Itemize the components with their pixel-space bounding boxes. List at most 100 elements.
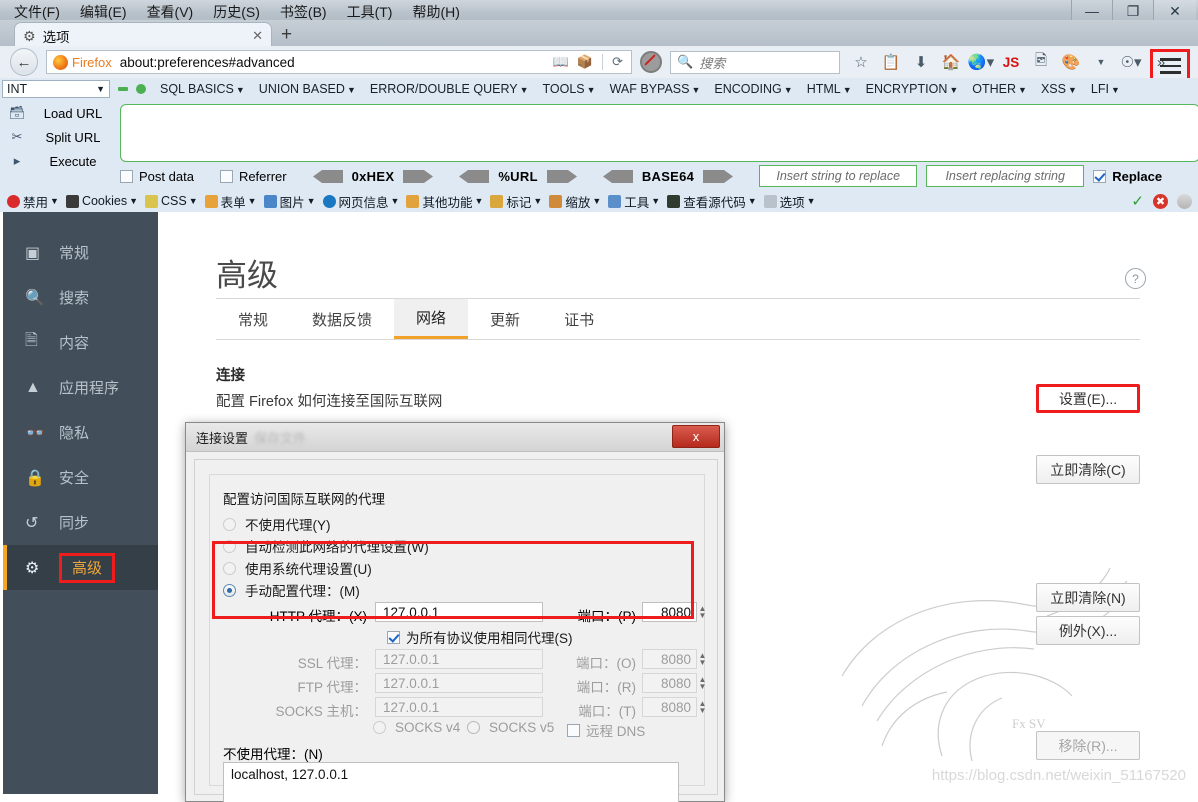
hackbar-type-select[interactable]: INT ▼ <box>2 80 110 98</box>
http-port-input[interactable]: 8080 <box>642 602 697 622</box>
globe-icon[interactable]: 🌏▾ <box>966 49 996 75</box>
no-proxy-textarea[interactable]: localhost, 127.0.0.1 <box>223 762 679 802</box>
radio-socks-v5[interactable]: SOCKS v5 <box>467 720 554 735</box>
sidebar-item-general[interactable]: ▣ 常规 <box>3 230 158 275</box>
clear-cache-now-button[interactable]: 立即清除(C) <box>1036 455 1140 484</box>
ftp-proxy-input[interactable]: 127.0.0.1 <box>375 673 543 693</box>
webdev-misc[interactable]: 其他功能 ▼ <box>406 192 483 211</box>
radio-socks-v4[interactable]: SOCKS v4 <box>373 720 460 735</box>
tab-network[interactable]: 网络 <box>394 299 469 339</box>
webdev-view-source[interactable]: 查看源代码 ▼ <box>667 192 757 211</box>
sidebar-item-sync[interactable]: ↺ 同步 <box>3 500 158 545</box>
arrow-left-icon[interactable] <box>459 169 490 183</box>
ssl-port-input[interactable]: 8080 <box>642 649 697 669</box>
reload-icon[interactable]: ⟳ <box>612 54 623 70</box>
maximize-button[interactable]: ❐ <box>1112 0 1153 22</box>
hackbar-menu-error-query[interactable]: ERROR/DOUBLE QUERY ▼ <box>370 82 529 96</box>
replace-checkbox[interactable] <box>1093 169 1107 183</box>
menu-bookmarks[interactable]: 书签(B) <box>270 2 337 22</box>
sidebar-item-search[interactable]: 🔍 搜索 <box>3 275 158 320</box>
base64-converter[interactable]: BASE64 <box>602 169 734 184</box>
tab-options[interactable]: ⚙ 选项 ✕ <box>14 22 272 48</box>
webdev-outline[interactable]: 标记 ▼ <box>490 192 542 211</box>
home-icon[interactable]: 🏠 <box>936 49 966 75</box>
download-icon[interactable]: ⬇ <box>906 49 936 75</box>
close-icon[interactable]: ✕ <box>252 28 263 44</box>
palette-icon[interactable]: 🎨 <box>1056 49 1086 75</box>
library-icon[interactable]: 📋 <box>876 49 906 75</box>
hackbar-menu-tools[interactable]: TOOLS ▼ <box>543 82 596 96</box>
radio-system-proxy[interactable]: 使用系统代理设置(U) <box>223 558 372 578</box>
hackbar-execute[interactable]: ▸ Execute <box>4 149 116 173</box>
remove-button[interactable]: 移除(R)... <box>1036 731 1140 760</box>
help-icon[interactable]: ? <box>1125 268 1146 289</box>
replace-to-input[interactable]: Insert replacing string <box>926 165 1085 187</box>
reader-mode-icon[interactable]: 📖 <box>553 54 569 70</box>
arrow-left-icon[interactable] <box>602 169 633 183</box>
js-toggle-icon[interactable]: JS <box>996 49 1026 75</box>
webdev-cookies[interactable]: Cookies ▼ <box>65 194 138 208</box>
screenshot-icon[interactable]: 🖻 <box>1026 49 1056 75</box>
webdev-disable[interactable]: 禁用 ▼ <box>7 192 59 211</box>
radio-no-proxy[interactable]: 不使用代理(Y) <box>223 514 331 534</box>
radio-manual-proxy[interactable]: 手动配置代理：(M) <box>223 580 360 600</box>
close-window-button[interactable]: ✕ <box>1153 0 1196 22</box>
socks-host-input[interactable]: 127.0.0.1 <box>375 697 543 717</box>
sidebar-item-applications[interactable]: ▲ 应用程序 <box>3 365 158 410</box>
hackbar-menu-xss[interactable]: XSS ▼ <box>1041 82 1077 96</box>
sidebar-item-content[interactable]: 🗎 内容 <box>3 320 158 365</box>
http-proxy-input[interactable]: 127.0.0.1 <box>375 602 543 622</box>
sidebar-item-advanced[interactable]: ⚙ 高级 <box>3 545 158 590</box>
hackbar-menu-waf-bypass[interactable]: WAF BYPASS ▼ <box>610 82 701 96</box>
arrow-right-icon[interactable] <box>403 169 434 183</box>
caret-down-icon[interactable]: ▼ <box>1086 49 1116 75</box>
hackbar-menu-encryption[interactable]: ENCRYPTION ▼ <box>866 82 959 96</box>
webdev-tools[interactable]: 工具 ▼ <box>608 192 660 211</box>
remote-dns-checkbox[interactable]: 远程 DNS <box>567 720 645 740</box>
ssl-port-spinner[interactable]: ▲ ▼ <box>697 649 708 669</box>
minimize-button[interactable]: — <box>1071 0 1112 22</box>
hackbar-menu-lfi[interactable]: LFI ▼ <box>1091 82 1120 96</box>
ssl-proxy-input[interactable]: 127.0.0.1 <box>375 649 543 669</box>
exceptions-button[interactable]: 例外(X)... <box>1036 616 1140 645</box>
back-button[interactable]: ← <box>10 48 38 76</box>
menu-file[interactable]: 文件(F) <box>4 2 70 22</box>
url-converter[interactable]: %URL <box>459 169 577 184</box>
tab-general[interactable]: 常规 <box>216 299 290 339</box>
post-data-checkbox[interactable]: Post data <box>120 169 194 184</box>
radio-auto-detect-proxy[interactable]: 自动检测此网络的代理设置(W) <box>223 536 429 556</box>
sidebar-item-security[interactable]: 🔒 安全 <box>3 455 158 500</box>
hackbar-textarea[interactable] <box>120 104 1198 162</box>
sync-icon[interactable]: ☉▾ <box>1116 49 1146 75</box>
hex-converter[interactable]: 0xHEX <box>312 169 434 184</box>
socks-port-input[interactable]: 8080 <box>642 697 697 717</box>
webdev-resize[interactable]: 缩放 ▼ <box>549 192 601 211</box>
new-tab-button[interactable]: + <box>281 25 292 44</box>
url-bar[interactable]: Firefox about:preferences#advanced 📖 📦 ⟳ <box>46 50 632 74</box>
arrow-left-icon[interactable] <box>312 169 343 183</box>
hackbar-menu-union-based[interactable]: UNION BASED ▼ <box>259 82 356 96</box>
same-proxy-checkbox[interactable]: 为所有协议使用相同代理(S) <box>387 627 573 647</box>
hackbar-split-url[interactable]: ✂ Split URL <box>4 125 116 149</box>
socks-port-spinner[interactable]: ▲ ▼ <box>697 697 708 717</box>
clear-offline-data-now-button[interactable]: 立即清除(N) <box>1036 583 1140 612</box>
sidebar-item-privacy[interactable]: 👓 隐私 <box>3 410 158 455</box>
tab-update[interactable]: 更新 <box>468 299 542 339</box>
menu-view[interactable]: 查看(V) <box>137 2 204 22</box>
menu-edit[interactable]: 编辑(E) <box>70 2 137 22</box>
arrow-right-icon[interactable] <box>546 169 577 183</box>
ftp-port-input[interactable]: 8080 <box>642 673 697 693</box>
http-port-spinner[interactable]: ▲ ▼ <box>697 602 708 622</box>
connection-settings-button[interactable]: 设置(E)... <box>1036 384 1140 413</box>
webdev-page-info[interactable]: 网页信息 ▼ <box>322 192 399 211</box>
container-tab-icon[interactable]: 📦 <box>577 54 593 70</box>
tab-data-choices[interactable]: 数据反馈 <box>290 299 394 339</box>
dialog-close-button[interactable]: x <box>672 425 720 448</box>
hackbar-menu-sql-basics[interactable]: SQL BASICS ▼ <box>160 82 245 96</box>
webdev-options[interactable]: 选项 ▼ <box>763 192 816 211</box>
noscript-icon[interactable] <box>640 51 662 73</box>
referrer-checkbox[interactable]: Referrer <box>219 169 287 184</box>
webdev-forms[interactable]: 表单 ▼ <box>204 192 257 211</box>
menu-tools[interactable]: 工具(T) <box>337 2 403 22</box>
replace-from-input[interactable]: Insert string to replace <box>759 165 918 187</box>
